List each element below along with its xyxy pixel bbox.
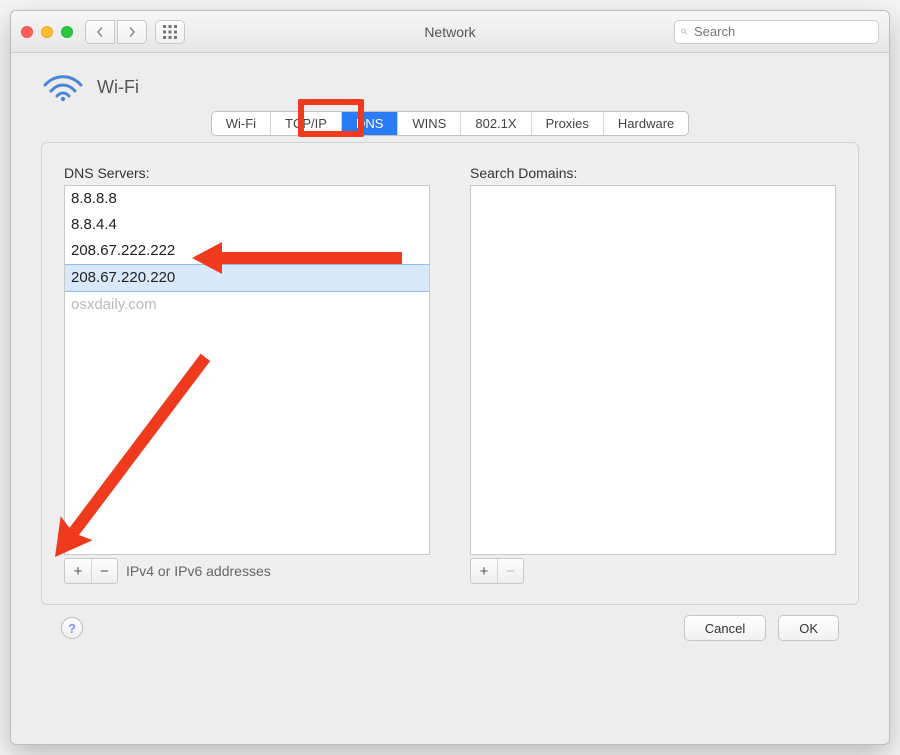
- dns-server-row[interactable]: 8.8.4.4: [65, 212, 429, 238]
- minimize-window-button[interactable]: [41, 26, 53, 38]
- dns-panel: DNS Servers: 8.8.8.88.8.4.4208.67.222.22…: [41, 142, 859, 605]
- tab-dns[interactable]: DNS: [342, 112, 398, 135]
- search-domains-list[interactable]: [470, 185, 836, 555]
- add-search-domain-button[interactable]: +: [471, 559, 497, 583]
- connection-name: Wi-Fi: [97, 77, 139, 98]
- chevron-right-icon: [127, 27, 137, 37]
- dns-server-row[interactable]: 8.8.8.8: [65, 186, 429, 212]
- content-area: Wi-Fi Wi-FiTCP/IPDNSWINS802.1XProxiesHar…: [11, 53, 889, 651]
- search-domains-label: Search Domains:: [470, 165, 836, 181]
- cancel-button[interactable]: Cancel: [684, 615, 766, 641]
- remove-dns-button[interactable]: −: [91, 559, 117, 583]
- tabs-wrapper: Wi-FiTCP/IPDNSWINS802.1XProxiesHardware: [41, 111, 859, 136]
- help-button[interactable]: ?: [61, 617, 83, 639]
- tab-tcpip[interactable]: TCP/IP: [271, 112, 342, 135]
- ok-button[interactable]: OK: [778, 615, 839, 641]
- search-input[interactable]: [692, 23, 872, 40]
- network-preferences-window: Network Wi-Fi Wi-FiTCP/IPDNSWINS802.1XP: [10, 10, 890, 745]
- show-all-button[interactable]: [155, 20, 185, 44]
- dns-server-row[interactable]: 208.67.222.222: [65, 238, 429, 264]
- dialog-footer: ? Cancel OK: [41, 605, 859, 641]
- zoom-window-button[interactable]: [61, 26, 73, 38]
- grid-icon: [163, 25, 177, 39]
- window-controls: [21, 26, 73, 38]
- dns-server-row[interactable]: 208.67.220.220: [65, 264, 429, 292]
- search-domains-add-remove-group: + −: [470, 558, 524, 584]
- nav-buttons: [85, 20, 147, 44]
- add-dns-button[interactable]: +: [65, 559, 91, 583]
- search-field-wrapper[interactable]: [674, 20, 879, 44]
- chevron-left-icon: [95, 27, 105, 37]
- connection-header: Wi-Fi: [41, 71, 859, 103]
- settings-tabbar: Wi-FiTCP/IPDNSWINS802.1XProxiesHardware: [211, 111, 690, 136]
- watermark-text: osxdaily.com: [65, 292, 429, 318]
- tab-proxies[interactable]: Proxies: [532, 112, 604, 135]
- tab-8021x[interactable]: 802.1X: [461, 112, 531, 135]
- search-icon: [681, 25, 687, 38]
- close-window-button[interactable]: [21, 26, 33, 38]
- dns-hint: IPv4 or IPv6 addresses: [126, 563, 271, 579]
- tab-wins[interactable]: WINS: [398, 112, 461, 135]
- forward-button[interactable]: [117, 20, 147, 44]
- back-button[interactable]: [85, 20, 115, 44]
- tab-hardware[interactable]: Hardware: [604, 112, 688, 135]
- remove-search-domain-button[interactable]: −: [497, 559, 523, 583]
- window-titlebar: Network: [11, 11, 889, 53]
- dns-servers-list[interactable]: 8.8.8.88.8.4.4208.67.222.222208.67.220.2…: [64, 185, 430, 555]
- wifi-icon: [41, 71, 85, 103]
- dns-servers-column: DNS Servers: 8.8.8.88.8.4.4208.67.222.22…: [64, 165, 430, 584]
- search-domains-column: Search Domains: + −: [470, 165, 836, 584]
- dns-add-remove-group: + −: [64, 558, 118, 584]
- tab-wifi[interactable]: Wi-Fi: [212, 112, 271, 135]
- dns-servers-label: DNS Servers:: [64, 165, 430, 181]
